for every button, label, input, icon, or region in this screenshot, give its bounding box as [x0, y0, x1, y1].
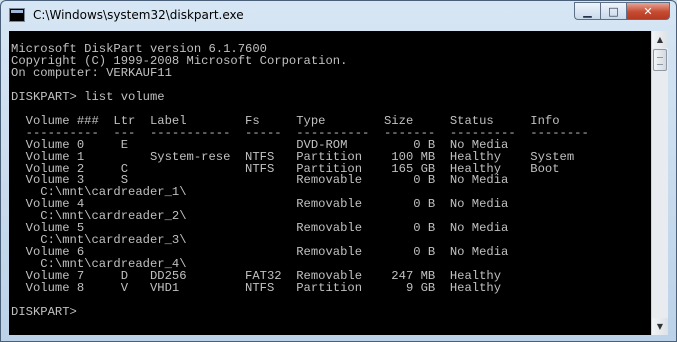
arrow-down-icon: ▼: [656, 322, 664, 331]
minimize-button[interactable]: ▁: [574, 2, 600, 20]
maximize-button[interactable]: □: [600, 2, 626, 20]
console-line: DISKPART>: [11, 304, 85, 319]
scroll-up-button[interactable]: ▲: [652, 31, 668, 48]
console-output[interactable]: Microsoft DiskPart version 6.1.7600 Copy…: [9, 31, 651, 335]
console-text: Microsoft DiskPart version 6.1.7600 Copy…: [9, 31, 651, 319]
arrow-up-icon: ▲: [656, 35, 664, 44]
title-bar[interactable]: C:\Windows\system32\diskpart.exe ▁ □ ✕: [1, 1, 676, 31]
window-title: C:\Windows\system32\diskpart.exe: [33, 8, 244, 22]
console-icon[interactable]: [9, 8, 25, 22]
console-window: C:\Windows\system32\diskpart.exe ▁ □ ✕ M…: [0, 0, 677, 342]
maximize-icon: □: [608, 4, 619, 18]
scroll-thumb[interactable]: [653, 49, 667, 71]
console-line: Volume 8 V VHD1 NTFS Partition 9 GB Heal…: [11, 281, 502, 296]
close-button[interactable]: ✕: [626, 2, 670, 20]
caption-buttons: ▁ □ ✕: [574, 2, 670, 22]
vertical-scrollbar[interactable]: ▲ ▼: [651, 31, 668, 335]
scroll-down-button[interactable]: ▼: [652, 318, 668, 335]
close-icon: ✕: [643, 4, 653, 18]
console-line: DISKPART> list volume: [11, 89, 165, 104]
console-line: On computer: VERKAUF11: [11, 65, 172, 80]
minimize-icon: ▁: [583, 4, 592, 18]
